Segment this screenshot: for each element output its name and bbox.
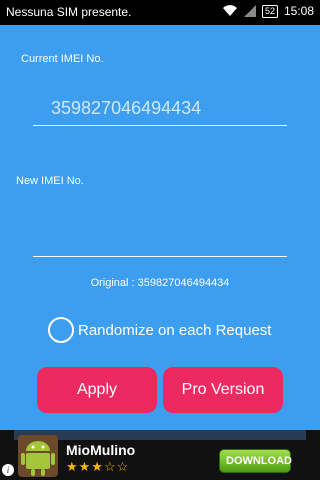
status-icons: 52 15:08	[222, 4, 314, 18]
main-screen: Current IMEI No. New IMEI No. Original :…	[0, 25, 320, 480]
ad-rating-stars: ★★★☆☆	[66, 459, 130, 474]
new-imei-label: New IMEI No.	[16, 175, 84, 187]
signal-icon	[243, 5, 256, 17]
ad-app-name: MioMulino	[66, 442, 136, 458]
radio-unchecked-icon[interactable]	[48, 317, 74, 343]
carrier-text: Nessuna SIM presente.	[6, 5, 132, 19]
battery-level: 52	[264, 5, 275, 16]
info-icon[interactable]: i	[2, 464, 14, 476]
wifi-icon	[222, 5, 237, 17]
new-imei-input[interactable]	[33, 222, 287, 256]
randomize-option[interactable]: Randomize on each Request	[48, 317, 271, 343]
battery-icon: 52	[261, 4, 278, 18]
current-imei-label: Current IMEI No.	[21, 53, 104, 65]
clock: 15:08	[283, 4, 314, 18]
android-robot-icon	[18, 435, 58, 477]
pro-version-button[interactable]: Pro Version	[163, 367, 283, 413]
download-button[interactable]: DOWNLOAD	[219, 449, 292, 473]
ad-banner[interactable]: MioMulino ★★★☆☆ DOWNLOAD	[0, 430, 320, 480]
status-bar: Nessuna SIM presente. 52 15:08	[0, 0, 320, 25]
current-imei-input[interactable]	[33, 91, 287, 125]
apply-button[interactable]: Apply	[37, 367, 157, 413]
current-imei-field[interactable]	[33, 91, 287, 126]
randomize-label: Randomize on each Request	[78, 321, 272, 339]
new-imei-field[interactable]	[33, 222, 287, 257]
original-imei-text: Original : 359827046494434	[90, 277, 230, 289]
